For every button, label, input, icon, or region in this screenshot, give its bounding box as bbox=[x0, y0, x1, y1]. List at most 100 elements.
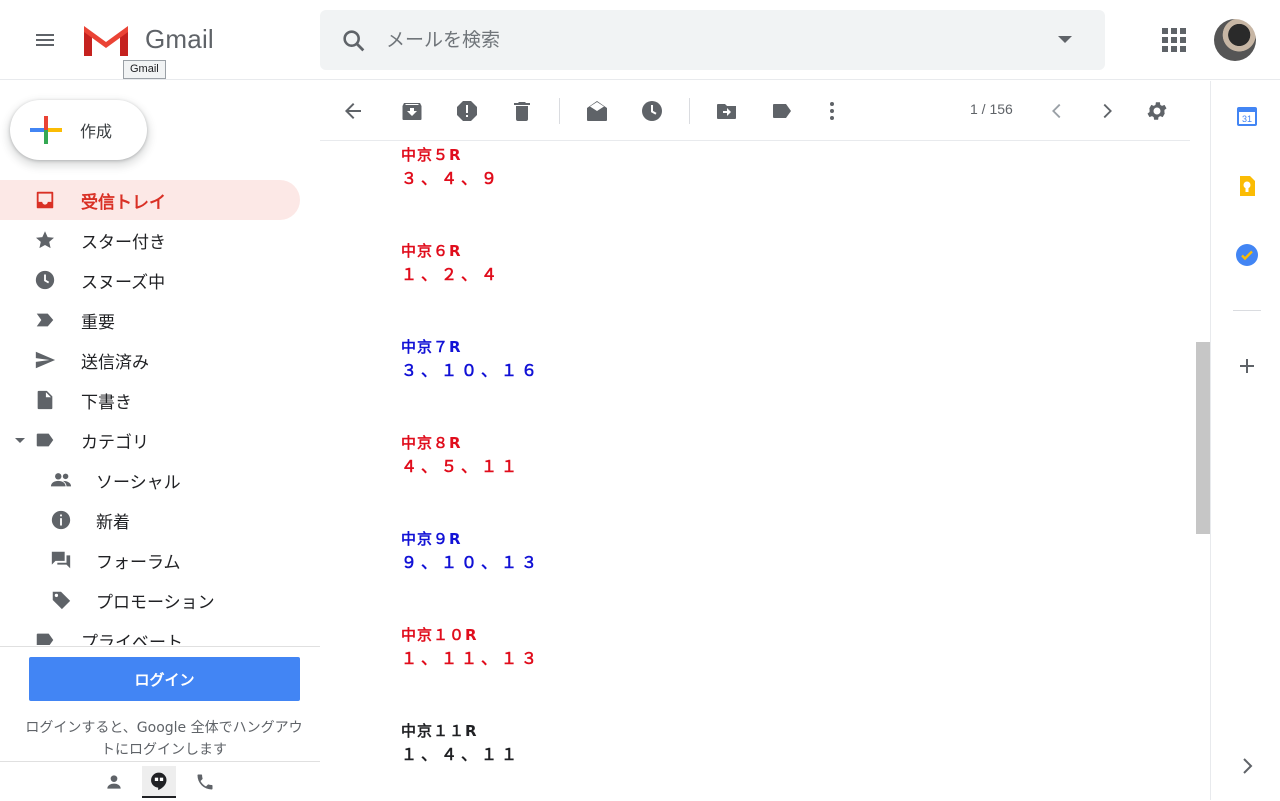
hangouts-login-button[interactable]: ログイン bbox=[29, 657, 300, 701]
top-header: Gmail Gmail bbox=[0, 0, 1280, 80]
content-scrollbar[interactable] bbox=[1196, 342, 1210, 534]
race-title: 中京１１R bbox=[401, 722, 478, 740]
left-sidebar: 作成 受信トレイ スター付き スヌーズ中 重要 送信済み 下書き カテゴリ ソー… bbox=[0, 81, 320, 800]
race-title: 中京５R bbox=[401, 146, 462, 164]
hangouts-tabs bbox=[0, 761, 320, 801]
search-bar[interactable] bbox=[320, 10, 1105, 70]
sidebar-item-snoozed[interactable]: スヌーズ中 bbox=[0, 260, 300, 300]
race-title: 中京１０R bbox=[401, 626, 478, 644]
race-entry: 中京９R ９、１０、１３ bbox=[401, 527, 541, 575]
race-entry: 中京１０R １、１１、１３ bbox=[401, 623, 541, 671]
toolbar-divider bbox=[689, 98, 690, 124]
person-icon bbox=[107, 775, 121, 789]
add-addon-plus-icon[interactable] bbox=[1235, 354, 1259, 378]
gmail-logo-text[interactable]: Gmail bbox=[145, 24, 214, 55]
search-icon[interactable] bbox=[340, 27, 368, 55]
compose-label: 作成 bbox=[80, 122, 113, 141]
compose-plus-icon bbox=[28, 112, 64, 148]
race-numbers: １、１１、１３ bbox=[401, 649, 542, 668]
expand-chevron-down-icon[interactable] bbox=[15, 438, 25, 443]
search-options-chevron-down-icon[interactable] bbox=[1058, 36, 1072, 43]
race-title: 中京６R bbox=[401, 242, 462, 260]
mark-unread-button[interactable] bbox=[584, 98, 610, 124]
hamburger-menu-icon bbox=[36, 34, 54, 46]
google-apps-icon[interactable] bbox=[1162, 28, 1186, 52]
report-spam-icon bbox=[457, 101, 477, 121]
delete-button[interactable] bbox=[509, 98, 535, 124]
sidebar-item-social[interactable]: ソーシャル bbox=[0, 460, 300, 500]
label-icon bbox=[773, 104, 791, 118]
sidebar-item-starred[interactable]: スター付き bbox=[0, 220, 300, 260]
label-icon bbox=[33, 429, 57, 451]
more-button[interactable] bbox=[819, 98, 845, 124]
sidebar-item-label: フォーラム bbox=[96, 552, 181, 573]
move-to-icon bbox=[717, 104, 736, 119]
sidebar-item-sent[interactable]: 送信済み bbox=[0, 340, 300, 380]
info-icon bbox=[49, 509, 73, 531]
label-icon bbox=[33, 629, 57, 645]
sidebar-item-drafts[interactable]: 下書き bbox=[0, 380, 300, 420]
sidebar-item-inbox[interactable]: 受信トレイ bbox=[0, 180, 300, 220]
nav-list: 受信トレイ スター付き スヌーズ中 重要 送信済み 下書き カテゴリ ソーシャル… bbox=[0, 180, 320, 645]
sidebar-item-label: ソーシャル bbox=[96, 472, 181, 493]
sidebar-item-label: プライベート bbox=[81, 632, 183, 646]
logo-tooltip: Gmail bbox=[123, 60, 166, 79]
account-avatar[interactable] bbox=[1214, 19, 1256, 61]
sidebar-item-label: カテゴリ bbox=[81, 432, 149, 453]
search-input[interactable] bbox=[386, 24, 1026, 56]
archive-button[interactable] bbox=[399, 98, 425, 124]
keep-icon[interactable] bbox=[1235, 174, 1259, 198]
clock-icon bbox=[642, 101, 662, 121]
archive-icon bbox=[402, 103, 422, 120]
gear-icon bbox=[1147, 102, 1167, 120]
draft-icon bbox=[33, 389, 57, 411]
sidebar-item-label: 重要 bbox=[81, 312, 115, 333]
newer-button[interactable] bbox=[1044, 98, 1070, 124]
sidebar-item-label: 新着 bbox=[96, 512, 130, 533]
race-title: 中京９R bbox=[401, 530, 462, 548]
report-spam-button[interactable] bbox=[454, 98, 480, 124]
race-entry: 中京７R ３、１０、１６ bbox=[401, 335, 541, 383]
race-numbers: ３、１０、１６ bbox=[401, 361, 542, 380]
show-panel-chevron-right-icon[interactable] bbox=[1235, 754, 1259, 778]
hangouts-login-note: ログインすると、Google 全体でハングアウトにログインします bbox=[25, 720, 303, 758]
main-menu-button[interactable] bbox=[25, 20, 65, 60]
chevron-right-icon bbox=[1103, 103, 1112, 119]
hangouts-panel: ログイン ログインすると、Google 全体でハングアウトにログインします bbox=[0, 646, 320, 800]
sidebar-item-forums[interactable]: フォーラム bbox=[0, 540, 300, 580]
snooze-button[interactable] bbox=[639, 98, 665, 124]
hangouts-icon bbox=[151, 772, 167, 791]
sidebar-item-updates[interactable]: 新着 bbox=[0, 500, 300, 540]
gmail-logo[interactable] bbox=[82, 22, 130, 58]
message-toolbar: 1 / 156 bbox=[320, 81, 1190, 141]
race-title: 中京７R bbox=[401, 338, 462, 356]
chevron-left-icon bbox=[1052, 103, 1061, 119]
calendar-icon[interactable]: 31 bbox=[1235, 104, 1259, 128]
important-icon bbox=[33, 309, 57, 331]
back-button[interactable] bbox=[340, 98, 366, 124]
race-title: 中京８R bbox=[401, 434, 462, 452]
move-to-button[interactable] bbox=[714, 98, 740, 124]
race-entry: 中京５R ３、４、９ bbox=[401, 143, 501, 191]
toolbar-divider bbox=[559, 98, 560, 124]
race-numbers: ４、５、１１ bbox=[401, 457, 522, 476]
message-body: 中京５R ３、４、９ 中京６R １、２、４ 中京７R ３、１０、１６ 中京８R … bbox=[320, 142, 1190, 800]
tab-contacts[interactable] bbox=[97, 766, 131, 798]
more-vert-icon bbox=[830, 102, 834, 120]
sidebar-item-categories[interactable]: カテゴリ bbox=[0, 420, 300, 460]
tab-conversations[interactable] bbox=[142, 766, 176, 798]
tasks-icon[interactable] bbox=[1235, 243, 1259, 267]
inbox-icon bbox=[33, 189, 57, 211]
tab-phone[interactable] bbox=[188, 766, 222, 798]
sidebar-item-label: プロモーション bbox=[96, 592, 215, 613]
labels-button[interactable] bbox=[769, 98, 795, 124]
sidebar-item-promotions[interactable]: プロモーション bbox=[0, 580, 300, 620]
sidebar-item-important[interactable]: 重要 bbox=[0, 300, 300, 340]
sidebar-item-private[interactable]: プライベート bbox=[0, 620, 300, 645]
compose-button[interactable]: 作成 bbox=[10, 100, 147, 160]
sidebar-item-label: 受信トレイ bbox=[81, 192, 166, 213]
settings-button[interactable] bbox=[1144, 98, 1170, 124]
sidebar-item-label: 送信済み bbox=[81, 352, 149, 373]
arrow-back-icon bbox=[345, 103, 361, 119]
older-button[interactable] bbox=[1094, 98, 1120, 124]
